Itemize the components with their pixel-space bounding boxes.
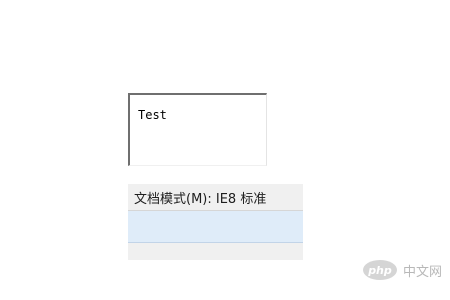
- panel-bottom-strip: [128, 243, 303, 260]
- developer-tools-panel: 文档模式(M): IE8 标准: [128, 184, 303, 260]
- highlighted-row[interactable]: [128, 211, 303, 243]
- page: Test 文档模式(M): IE8 标准 php 中文网: [0, 0, 450, 300]
- php-logo-icon: php: [362, 260, 397, 280]
- text-area[interactable]: Test: [128, 93, 267, 166]
- watermark: php 中文网: [362, 260, 442, 280]
- document-mode-label: 文档模式(M): IE8 标准: [134, 191, 267, 207]
- document-mode-menu[interactable]: 文档模式(M): IE8 标准: [128, 184, 303, 211]
- watermark-text: 中文网: [402, 264, 442, 280]
- text-area-value: Test: [138, 108, 167, 122]
